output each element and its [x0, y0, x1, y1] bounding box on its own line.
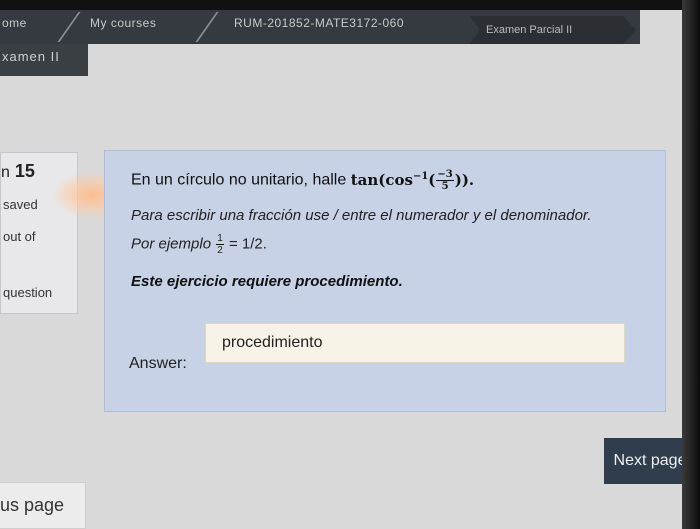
math-exponent: −1	[412, 170, 429, 182]
example-numerator: 1	[216, 233, 224, 245]
math-paren-open: (	[428, 170, 436, 189]
example-label: Por ejemplo	[131, 235, 212, 253]
example-fraction: 12	[216, 233, 224, 256]
math-fraction: −3 5	[436, 169, 454, 192]
previous-page-button[interactable]: us page	[0, 482, 86, 529]
breadcrumb-course[interactable]: RUM-201852-MATE3172-060	[234, 10, 404, 44]
question-math: tan(cos−1(−3 5)).	[350, 169, 475, 192]
math-paren-close: )).	[454, 170, 475, 189]
page-title: xamen II	[0, 44, 88, 76]
fraction-denominator: 5	[441, 181, 449, 192]
breadcrumb-my-courses[interactable]: My courses	[90, 10, 156, 44]
question-number: n 15	[1, 161, 35, 182]
answer-input[interactable]	[205, 323, 625, 363]
math-function: tan(cos	[350, 170, 413, 189]
question-prompt: En un círculo no unitario, halle tan(cos…	[131, 169, 474, 192]
question-example: Por ejemplo 12 = 1/2.	[131, 233, 267, 256]
question-number-prefix: n	[1, 164, 10, 181]
question-marks: out of	[3, 229, 36, 244]
screen-bezel-top	[0, 0, 700, 10]
breadcrumb-separator	[179, 12, 219, 42]
question-status: saved	[3, 197, 38, 212]
question-box: En un círculo no unitario, halle tan(cos…	[104, 150, 666, 412]
question-note: Este ejercicio requiere procedimiento.	[131, 273, 403, 290]
screen-bezel-right	[682, 0, 700, 529]
fraction-numerator: −3	[436, 169, 454, 181]
breadcrumb-separator	[41, 12, 81, 42]
example-denominator: 2	[217, 245, 223, 256]
answer-label: Answer:	[129, 355, 187, 372]
breadcrumb-home[interactable]: ome	[2, 10, 27, 44]
question-prompt-text: En un círculo no unitario, halle	[131, 171, 347, 189]
question-instruction: Para escribir una fracción use / entre e…	[131, 207, 592, 224]
breadcrumb-current[interactable]: Examen Parcial II	[470, 16, 636, 44]
breadcrumb: ome My courses RUM-201852-MATE3172-060 E…	[0, 10, 640, 44]
question-number-value: 15	[14, 161, 35, 181]
question-info-panel: n 15 saved out of question	[0, 152, 78, 314]
flag-question-link[interactable]: question	[3, 285, 52, 300]
example-result: = 1/2.	[228, 235, 267, 253]
